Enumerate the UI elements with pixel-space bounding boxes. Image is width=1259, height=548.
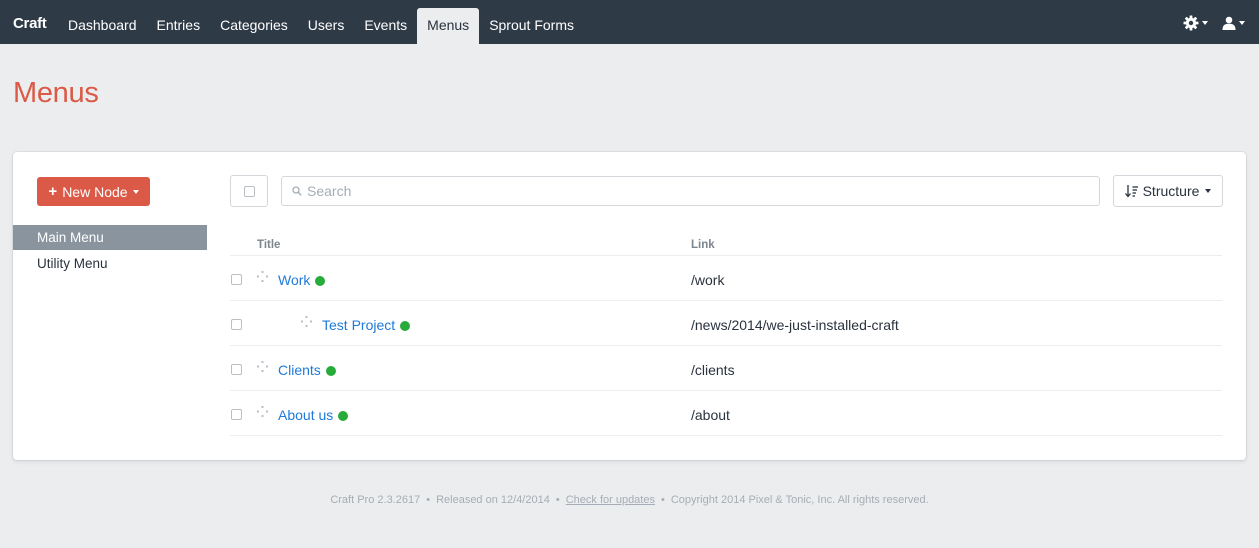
table-row: Clients /clients: [230, 346, 1222, 391]
row-checkbox[interactable]: [231, 319, 242, 330]
row-link-value: /news/2014/we-just-installed-craft: [691, 317, 899, 333]
footer: Craft Pro 2.3.2617 • Released on 12/4/2014…: [0, 494, 1259, 506]
footer-separator: •: [426, 494, 431, 506]
account-menu-button[interactable]: [1222, 14, 1245, 32]
sort-icon: [1124, 185, 1138, 198]
footer-version: Craft Pro 2.3.2617: [330, 494, 421, 506]
search-input[interactable]: [307, 177, 1087, 205]
move-handle-icon[interactable]: [257, 271, 268, 282]
page-title: Menus: [13, 77, 99, 109]
site-brand[interactable]: Craft: [13, 15, 47, 32]
main-nav: Dashboard Entries Categories Users Event…: [58, 8, 584, 44]
row-title-text: Clients: [278, 362, 321, 378]
sidebar-item-main-menu[interactable]: Main Menu: [13, 225, 207, 250]
status-enabled-indicator: [338, 411, 349, 421]
row-link-value: /clients: [691, 362, 735, 378]
footer-release-date: Released on 12/4/2014: [436, 494, 550, 506]
structure-label: Structure: [1142, 183, 1200, 199]
nav-tab-menus[interactable]: Menus: [417, 8, 480, 44]
top-nav-bar: Craft Dashboard Entries Categories Users…: [0, 0, 1259, 44]
row-link-value: /work: [691, 272, 725, 288]
row-link-value: /about: [691, 407, 730, 423]
row-title-link[interactable]: About us: [278, 407, 349, 423]
search-icon: [292, 186, 302, 196]
sort-structure-button[interactable]: Structure: [1113, 175, 1223, 207]
new-node-label: New Node: [62, 183, 128, 200]
content-panel: + New Node Main Menu Utility Menu Struct…: [13, 152, 1246, 460]
footer-separator: •: [555, 494, 560, 506]
status-enabled-indicator: [315, 276, 326, 286]
move-handle-icon[interactable]: [301, 316, 312, 327]
chevron-down-icon: [1205, 189, 1212, 193]
table-row: About us /about: [230, 391, 1222, 436]
nav-tab-dashboard[interactable]: Dashboard: [58, 8, 147, 44]
plus-icon: +: [48, 183, 58, 200]
row-title-link[interactable]: Clients: [278, 362, 336, 378]
gear-icon: [1183, 15, 1199, 31]
column-header-title[interactable]: Title: [257, 239, 280, 251]
row-checkbox[interactable]: [231, 409, 242, 420]
user-icon: [1222, 16, 1236, 30]
nav-tab-events[interactable]: Events: [354, 8, 417, 44]
chevron-down-icon: [132, 189, 139, 194]
nav-tab-users[interactable]: Users: [298, 8, 355, 44]
row-title-text: Test Project: [322, 317, 396, 333]
chevron-down-icon: [1202, 21, 1208, 25]
select-all-checkbox[interactable]: [230, 175, 268, 207]
search-field: [281, 176, 1100, 206]
status-enabled-indicator: [400, 321, 411, 331]
row-title-link[interactable]: Work: [278, 272, 326, 288]
table-row: Test Project /news/2014/we-just-installe…: [230, 301, 1222, 346]
footer-copyright: Copyright 2014 Pixel & Tonic, Inc. All r…: [670, 494, 929, 506]
sidebar-item-utility-menu[interactable]: Utility Menu: [13, 251, 207, 276]
table-row: Work /work: [230, 256, 1222, 301]
row-checkbox[interactable]: [231, 274, 242, 285]
row-title-link[interactable]: Test Project: [322, 317, 411, 333]
checkbox-box: [243, 185, 255, 197]
footer-separator: •: [660, 494, 665, 506]
status-enabled-indicator: [325, 366, 336, 376]
check-updates-link[interactable]: Check for updates: [566, 494, 655, 506]
row-title-text: Work: [278, 272, 311, 288]
nav-tab-categories[interactable]: Categories: [210, 8, 298, 44]
settings-menu-button[interactable]: [1183, 14, 1208, 32]
row-title-text: About us: [278, 407, 334, 423]
column-header-link[interactable]: Link: [691, 239, 715, 251]
move-handle-icon[interactable]: [257, 361, 268, 372]
chevron-down-icon: [1239, 21, 1245, 25]
row-checkbox[interactable]: [231, 364, 242, 375]
new-node-button[interactable]: + New Node: [37, 177, 150, 206]
move-handle-icon[interactable]: [257, 406, 268, 417]
nav-tab-entries[interactable]: Entries: [147, 8, 211, 44]
nav-tab-sprout-forms[interactable]: Sprout Forms: [479, 8, 584, 44]
